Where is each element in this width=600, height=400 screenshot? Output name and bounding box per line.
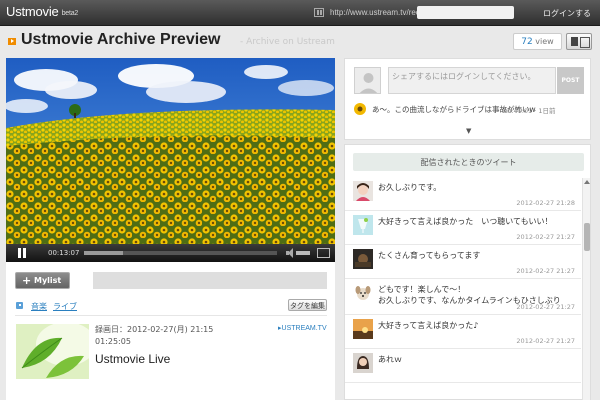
tweet-item[interactable]: 大好きって言えば良かった♪ 2012-02-27 21:27 [345, 315, 581, 349]
seek-bar[interactable] [84, 251, 277, 255]
sunflower-icon [354, 103, 366, 115]
scroll-thumb[interactable] [584, 223, 590, 251]
expand-more-icon[interactable]: ▼ [466, 127, 471, 135]
main-content-panel: 00:13:07 + Mylist 音楽 ライブ タグを編集 録画日：2012-… [6, 58, 335, 400]
ustream-link[interactable]: ▸USTREAM.TV [278, 324, 327, 332]
edit-tags-button[interactable]: タグを編集 [288, 299, 327, 311]
tweet-time: 2012-02-27 21:28 [516, 199, 575, 207]
site-logo[interactable]: Ustmovie beta2 [6, 4, 78, 19]
tweet-time: 2012-02-27 21:27 [516, 233, 575, 241]
video-thumbnail[interactable] [16, 324, 89, 379]
guest-avatar [354, 67, 381, 94]
sunset-avatar [353, 319, 373, 339]
sunflower-field-image [6, 58, 335, 244]
video-title: Ustmovie Live [95, 352, 171, 366]
share-comment-time: 00:41:01 · 1日前 [503, 107, 556, 115]
tweet-time: 2012-02-27 21:27 [516, 303, 575, 311]
volume-icon[interactable] [286, 248, 295, 258]
tweet-item[interactable]: どもです！楽しんで～！ お久しぶりです、なんかタイムラインもひさしぶり 2012… [345, 279, 581, 315]
url-book-icon [314, 8, 324, 17]
tweet-text: たくさん育ってもらってます [378, 251, 481, 260]
tweet-text: 大好きって言えば良かった いつ聴いてもいい！ [378, 217, 553, 226]
video-player[interactable] [6, 58, 335, 244]
title-play-icon [8, 38, 16, 45]
drink-avatar [353, 215, 373, 235]
tag-icon [16, 301, 26, 309]
view-counter: 72 view [513, 33, 562, 50]
scroll-up-icon[interactable] [584, 180, 590, 184]
dog-avatar [353, 283, 373, 303]
tweet-text: あれｗ [378, 355, 402, 364]
tweet-time: 2012-02-27 21:27 [516, 337, 575, 345]
tweet-time: 2012-02-27 21:27 [516, 267, 575, 275]
elapsed-time: 00:13:07 [48, 249, 80, 257]
login-link[interactable]: ログインする [543, 8, 591, 19]
recorded-date: 録画日：2012-02-27(月) 21:15 [95, 325, 214, 334]
tweet-text: 大好きって言えば良かった♪ [378, 321, 479, 330]
page-subtitle: - Archive on Ustream [240, 37, 335, 47]
page-title: Ustmovie Archive Preview [21, 31, 221, 48]
mylist-label: Mylist [34, 276, 62, 285]
tag-link[interactable]: ライブ [53, 301, 77, 312]
view-count: 72 [521, 37, 533, 47]
volume-slider[interactable] [296, 251, 310, 255]
player-controls: 00:13:07 [6, 244, 335, 262]
logo-text: Ustmovie [6, 4, 59, 19]
view-label: view [535, 37, 554, 46]
tweet-item[interactable]: あれｗ [345, 349, 581, 383]
dark-avatar [353, 249, 373, 269]
tweet-item[interactable]: たくさん育ってもらってます 2012-02-27 21:27 [345, 245, 581, 279]
tweets-panel: 配信されたときのツイート お久しぶりです。 2012-02-27 21:28 大… [344, 144, 591, 400]
pause-icon[interactable] [17, 248, 27, 258]
leaf-thumbnail-image [16, 324, 89, 379]
url-input[interactable] [417, 6, 514, 19]
tweet-text: お久しぶりです。 [378, 183, 442, 192]
beta-badge: beta2 [61, 10, 79, 17]
seek-progress [84, 251, 123, 255]
post-button[interactable]: POST [557, 67, 584, 94]
plus-icon: + [22, 274, 32, 287]
top-bar: Ustmovie beta2 http://www.ustream.tv/reco… [0, 0, 600, 26]
tweet-list: お久しぶりです。 2012-02-27 21:28 大好きって言えば良かった い… [345, 177, 581, 383]
share-input[interactable]: シェアするにはログインしてください。 [388, 67, 556, 94]
girl-avatar [353, 181, 373, 201]
mylist-bar [93, 272, 327, 289]
divider [15, 315, 327, 316]
tweets-header: 配信されたときのツイート [353, 153, 584, 171]
layout-toggle-button[interactable] [566, 33, 592, 50]
tweets-scrollbar[interactable] [582, 178, 590, 400]
tweet-item[interactable]: お久しぶりです。 2012-02-27 21:28 [345, 177, 581, 211]
share-panel: シェアするにはログインしてください。 POST あ～。この曲流しながらドライブは… [344, 58, 591, 140]
silhouette-icon [359, 73, 378, 93]
tweet-item[interactable]: 大好きって言えば良かった いつ聴いてもいい！ 2012-02-27 21:27 [345, 211, 581, 245]
tag-link[interactable]: 音楽 [31, 301, 47, 312]
video-duration: 01:25:05 [95, 337, 131, 346]
fullscreen-icon[interactable] [317, 248, 330, 258]
add-mylist-button[interactable]: + Mylist [15, 272, 70, 289]
woman-avatar [353, 353, 373, 373]
